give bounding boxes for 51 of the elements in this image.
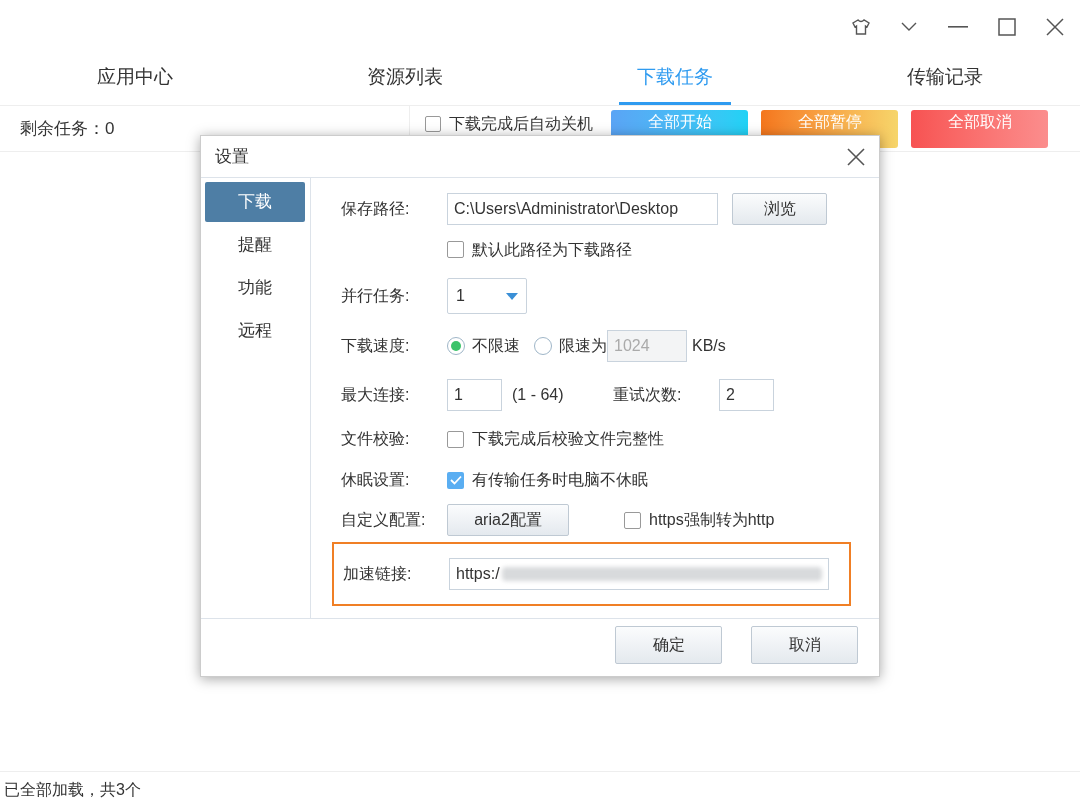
minimize-icon[interactable] bbox=[948, 26, 968, 28]
tab[interactable]: 资源列表 bbox=[349, 52, 461, 105]
sidebar-item[interactable]: 提醒 bbox=[205, 225, 305, 265]
field-label: 下载速度: bbox=[341, 336, 411, 356]
field-label: 并行任务: bbox=[341, 286, 411, 306]
field-label: 自定义配置: bbox=[341, 510, 427, 530]
sidebar-item[interactable]: 远程 bbox=[205, 311, 305, 351]
dialog-title: 设置 bbox=[215, 145, 249, 168]
close-icon[interactable] bbox=[1046, 18, 1064, 36]
radio-label: 不限速 bbox=[472, 336, 520, 356]
maximize-icon[interactable] bbox=[998, 18, 1016, 36]
checkbox-label: 默认此路径为下载路径 bbox=[472, 239, 632, 260]
checkbox-label: 下载完成后自动关机 bbox=[449, 113, 593, 134]
field-label: 保存路径: bbox=[341, 199, 411, 219]
sidebar-item[interactable]: 下载 bbox=[205, 182, 305, 222]
status-text: 已全部加载，共3个 bbox=[4, 779, 141, 800]
input-field[interactable]: 1 bbox=[447, 378, 502, 411]
tab[interactable]: 应用中心 bbox=[79, 52, 191, 105]
button[interactable]: 取消 bbox=[751, 626, 858, 664]
field-label: 重试次数: bbox=[613, 384, 683, 405]
button[interactable]: aria2配置 bbox=[447, 504, 569, 536]
sidebar-item[interactable]: 功能 bbox=[205, 268, 305, 308]
field-label: 最大连接: bbox=[341, 384, 411, 405]
shirt-icon[interactable] bbox=[852, 19, 870, 35]
close-icon[interactable] bbox=[847, 147, 865, 166]
checkbox-label: 下载完成后校验文件完整性 bbox=[472, 429, 664, 449]
button[interactable]: 确定 bbox=[615, 626, 722, 664]
field-label: 文件校验: bbox=[341, 429, 411, 449]
unit-label: KB/s bbox=[692, 336, 726, 356]
remaining-tasks-text: 剩余任务：0 bbox=[20, 117, 115, 140]
chevron-down-icon[interactable] bbox=[900, 22, 918, 32]
tab[interactable]: 传输记录 bbox=[889, 52, 1001, 105]
input-field[interactable]: 2 bbox=[719, 378, 774, 411]
radio-button[interactable] bbox=[534, 337, 552, 355]
checkbox[interactable] bbox=[425, 115, 441, 132]
field-label: 休眠设置: bbox=[341, 470, 411, 490]
input-field[interactable]: https:/ bbox=[449, 558, 829, 590]
button[interactable]: 浏览 bbox=[732, 193, 827, 225]
checkbox-label: 有传输任务时电脑不休眠 bbox=[472, 470, 648, 490]
radio-label: 限速为 bbox=[559, 336, 607, 356]
checkbox[interactable] bbox=[447, 430, 464, 448]
input-field[interactable]: C:\Users\Administrator\Desktop bbox=[447, 193, 718, 225]
checkbox[interactable] bbox=[624, 511, 641, 529]
checkbox-label: https强制转为http bbox=[649, 510, 775, 530]
range-text: (1 - 64) bbox=[512, 384, 565, 405]
radio-button[interactable] bbox=[447, 337, 465, 355]
checkbox[interactable] bbox=[447, 241, 464, 258]
checkbox[interactable] bbox=[447, 471, 464, 489]
dropdown-arrow-icon bbox=[506, 292, 518, 300]
field-label: 加速链接: bbox=[343, 564, 413, 584]
dropdown[interactable]: 1 bbox=[447, 278, 527, 314]
